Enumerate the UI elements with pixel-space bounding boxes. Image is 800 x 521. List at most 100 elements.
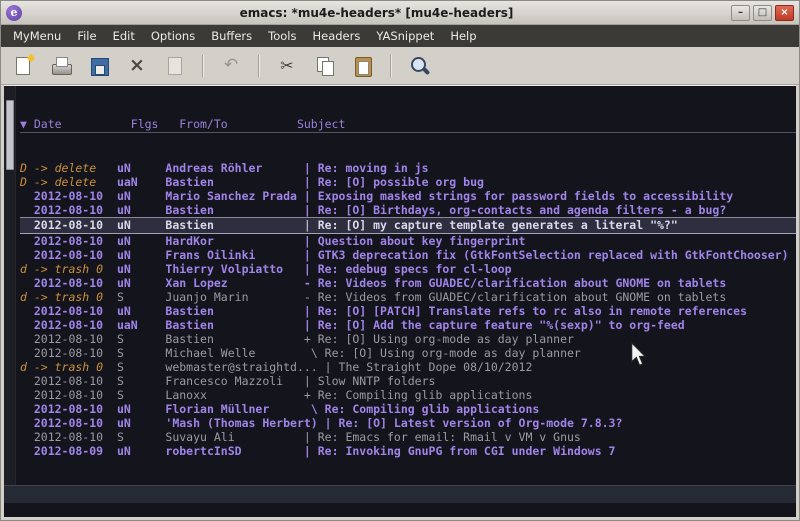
message-from: Bastien (165, 318, 303, 332)
message-row[interactable]: 2012-08-10 S Michael Welle \ Re: [O] Usi… (20, 346, 796, 360)
title-bar[interactable]: e emacs: *mu4e-headers* [mu4e-headers] –… (1, 1, 799, 25)
message-row[interactable]: 2012-08-10 uaN Bastien | Re: [O] Add the… (20, 318, 796, 332)
message-date: 2012-08-10 (20, 189, 117, 203)
message-row[interactable]: D -> delete uN Andreas Röhler | Re: movi… (20, 161, 796, 175)
message-date: 2012-08-10 (20, 332, 117, 346)
message-date: d -> trash 0 (20, 290, 117, 304)
thread-prefix: | (304, 161, 318, 175)
message-from: Michael Welle (165, 346, 303, 360)
message-row[interactable]: d -> trash 0 uN Thierry Volpiatto | Re: … (20, 262, 796, 276)
menu-headers[interactable]: Headers (304, 26, 368, 46)
message-row[interactable]: d -> trash 0 S webmaster@straightd... | … (20, 360, 796, 374)
message-row[interactable]: 2012-08-09 uN robertcInSD | Re: Invoking… (20, 444, 796, 458)
message-flags: uN (117, 234, 165, 248)
message-subject: Re: Compiling glib applications (318, 388, 533, 402)
window-title: emacs: *mu4e-headers* [mu4e-headers] (26, 6, 727, 20)
message-row[interactable]: d -> trash 0 S Juanjo Marin - Re: Videos… (20, 290, 796, 304)
menu-mymenu[interactable]: MyMenu (5, 26, 69, 46)
message-flags: uN (117, 304, 165, 318)
minimize-button[interactable]: – (731, 5, 750, 21)
column-headers[interactable]: ▼ Date Flgs From/To Subject (20, 117, 796, 133)
window-controls: –□× (731, 5, 794, 21)
menu-tools[interactable]: Tools (260, 26, 304, 46)
echo-area[interactable] (4, 503, 796, 517)
message-date: 2012-08-10 (20, 416, 117, 430)
emacs-window: e emacs: *mu4e-headers* [mu4e-headers] –… (0, 0, 800, 521)
message-row[interactable]: 2012-08-10 S Francesco Mazzoli | Slow NN… (20, 374, 796, 388)
maximize-button[interactable]: □ (753, 5, 772, 21)
message-flags: uN (117, 402, 165, 416)
message-row[interactable]: 2012-08-10 uN Mario Sanchez Prada | Expo… (20, 189, 796, 203)
message-row[interactable]: 2012-08-10 S Lanoxx + Re: Compiling glib… (20, 388, 796, 402)
message-subject: Re: edebug specs for cl-loop (318, 262, 512, 276)
cut-icon[interactable]: ✂ (275, 54, 299, 78)
message-subject: Re: [O] Using org-mode as day planner (325, 346, 581, 360)
thread-prefix: | (304, 318, 318, 332)
message-from: Frans Oilinki (165, 248, 303, 262)
message-date: 2012-08-10 (20, 218, 117, 232)
menu-yasnippet[interactable]: YASnippet (368, 26, 442, 46)
close-buffer-icon[interactable]: × (125, 54, 149, 78)
thread-prefix: | (304, 175, 318, 189)
message-row[interactable]: 2012-08-10 uN HardKor | Question about k… (20, 234, 796, 248)
message-row[interactable]: 2012-08-10 uN 'Mash (Thomas Herbert) | R… (20, 416, 796, 430)
message-row[interactable]: 2012-08-10 S Bastien + Re: [O] Using org… (20, 332, 796, 346)
message-row[interactable]: 2012-08-10 uN Bastien | Re: [O] Birthday… (20, 203, 796, 217)
message-from: Xan Lopez (165, 276, 303, 290)
save-icon[interactable] (87, 54, 111, 78)
message-from: Francesco Mazzoli (165, 374, 303, 388)
menu-help[interactable]: Help (442, 26, 484, 46)
message-row[interactable]: 2012-08-10 uN Bastien | Re: [O] [PATCH] … (20, 304, 796, 318)
new-file-icon[interactable] (11, 54, 35, 78)
thread-prefix: | (304, 444, 318, 458)
menu-buffers[interactable]: Buffers (203, 26, 260, 46)
message-flags: uN (117, 189, 165, 203)
message-row[interactable]: 2012-08-10 uN Florian Müllner \ Re: Comp… (20, 402, 796, 416)
write-file-icon[interactable] (163, 54, 187, 78)
close-button[interactable]: × (775, 5, 794, 21)
menu-options[interactable]: Options (143, 26, 203, 46)
message-from: Bastien (165, 332, 303, 346)
message-list: D -> delete uN Andreas Röhler | Re: movi… (20, 161, 796, 458)
message-flags: uN (117, 262, 165, 276)
copy-icon[interactable] (313, 54, 337, 78)
undo-icon[interactable]: ↶ (219, 54, 243, 78)
message-row[interactable]: 2012-08-10 S Suvayu Ali | Re: Emacs for … (20, 430, 796, 444)
message-row[interactable]: 2012-08-10 uN Xan Lopez - Re: Videos fro… (20, 276, 796, 290)
toolbar-separator (390, 55, 392, 77)
toolbar-separator (258, 55, 260, 77)
buffer-area: ▼ Date Flgs From/To Subject D -> delete … (4, 85, 796, 485)
message-flags: uN (117, 248, 165, 262)
message-from: Juanjo Marin (165, 290, 303, 304)
thread-prefix: | (304, 234, 318, 248)
message-date: D -> delete (20, 161, 117, 175)
thread-prefix: | (304, 304, 318, 318)
toolbar-separator (202, 55, 204, 77)
message-from: Andreas Röhler (165, 161, 303, 175)
message-flags: uN (117, 203, 165, 217)
message-from: Bastien (165, 175, 303, 189)
message-row[interactable]: 2012-08-10 uN Frans Oilinki | GTK3 depre… (20, 248, 796, 262)
message-subject: Re: [O] Latest version of Org-mode 7.8.3… (339, 416, 623, 430)
thread-prefix: + (304, 388, 318, 402)
search-icon[interactable] (407, 54, 431, 78)
message-subject: Re: [O] Using org-mode as day planner (318, 332, 574, 346)
message-from: Mario Sanchez Prada (165, 189, 303, 203)
thread-prefix: | (304, 262, 318, 276)
scrollbar[interactable] (4, 86, 16, 485)
message-subject: Question about key fingerprint (318, 234, 526, 248)
message-from: Bastien (165, 218, 303, 232)
message-from: webmaster@straightd... (165, 360, 324, 374)
menu-file[interactable]: File (69, 26, 104, 46)
message-date: 2012-08-10 (20, 318, 117, 332)
message-row[interactable]: D -> delete uaN Bastien | Re: [O] possib… (20, 175, 796, 189)
message-flags: uN (117, 276, 165, 290)
paste-icon[interactable] (351, 54, 375, 78)
headers-buffer: ▼ Date Flgs From/To Subject D -> delete … (16, 86, 796, 485)
message-subject: Re: [O] [PATCH] Translate refs to rc als… (318, 304, 747, 318)
thread-prefix: | (304, 248, 318, 262)
menu-edit[interactable]: Edit (105, 26, 143, 46)
message-row[interactable]: 2012-08-10 uN Bastien | Re: [O] my captu… (20, 217, 796, 234)
scrollbar-thumb[interactable] (6, 100, 14, 170)
print-icon[interactable] (49, 54, 73, 78)
